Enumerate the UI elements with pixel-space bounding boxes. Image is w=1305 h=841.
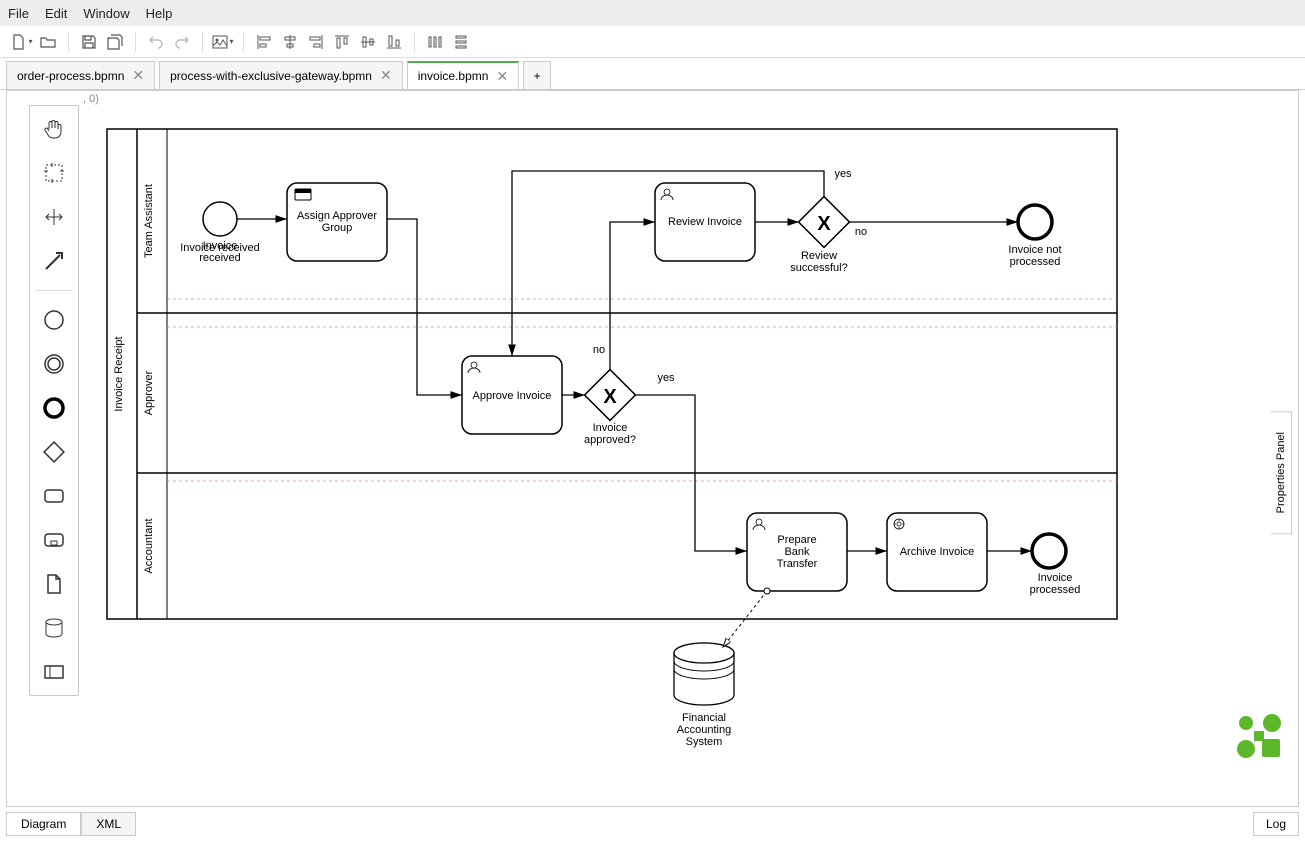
intermediate-event-icon[interactable] (39, 349, 69, 379)
align-left-icon[interactable] (252, 30, 276, 54)
start-event[interactable] (203, 202, 237, 236)
align-top-icon[interactable] (330, 30, 354, 54)
svg-text:Approve Invoice: Approve Invoice (473, 390, 552, 402)
bpmn-diagram[interactable]: Invoice Receipt Team Assistant Approver … (7, 91, 1297, 806)
add-tab-button[interactable]: + (523, 61, 551, 89)
lane-approver-label: Approver (143, 370, 155, 415)
distribute-h-icon[interactable] (423, 30, 447, 54)
data-store-icon[interactable] (39, 613, 69, 643)
align-center-h-icon[interactable] (278, 30, 302, 54)
canvas[interactable]: , 0) I (6, 90, 1299, 807)
lasso-tool-icon[interactable] (39, 158, 69, 188)
data-object-icon[interactable] (39, 569, 69, 599)
toolbar: ▾ ▾ (0, 26, 1305, 58)
tab-order-process[interactable]: order-process.bpmn✕ (6, 61, 155, 89)
menu-help[interactable]: Help (146, 6, 173, 21)
end-event-processed[interactable] (1032, 534, 1066, 568)
svg-text:FinancialAccountingSystem: FinancialAccountingSystem (677, 712, 731, 748)
align-center-v-icon[interactable] (356, 30, 380, 54)
pool-label: Invoice Receipt (113, 336, 125, 411)
save-all-icon[interactable] (103, 30, 127, 54)
log-button[interactable]: Log (1253, 812, 1299, 836)
svg-text:Invoice notprocessed: Invoice notprocessed (1008, 244, 1061, 268)
svg-text:Invoicereceived: Invoicereceived (199, 240, 241, 264)
subprocess-icon[interactable] (39, 525, 69, 555)
connect-tool-icon[interactable] (39, 246, 69, 276)
svg-text:yes: yes (834, 168, 852, 180)
new-file-icon[interactable]: ▾ (10, 30, 34, 54)
open-file-icon[interactable] (36, 30, 60, 54)
data-store[interactable] (674, 643, 734, 705)
gateway-icon[interactable] (39, 437, 69, 467)
svg-text:no: no (855, 226, 867, 238)
editor-tabs: order-process.bpmn✕ process-with-exclusi… (0, 58, 1305, 90)
distribute-v-icon[interactable] (449, 30, 473, 54)
end-event-icon[interactable] (39, 393, 69, 423)
svg-text:no: no (593, 344, 605, 356)
footer-tab-diagram[interactable]: Diagram (6, 812, 81, 836)
close-icon[interactable]: ✕ (132, 67, 144, 84)
space-tool-icon[interactable] (39, 202, 69, 232)
menubar: File Edit Window Help (0, 0, 1305, 26)
align-bottom-icon[interactable] (382, 30, 406, 54)
footer-tab-xml[interactable]: XML (81, 812, 136, 836)
close-icon[interactable]: ✕ (496, 68, 508, 85)
tab-invoice[interactable]: invoice.bpmn✕ (407, 61, 519, 89)
start-event-icon[interactable] (39, 305, 69, 335)
svg-text:X: X (603, 386, 617, 408)
task-icon[interactable] (39, 481, 69, 511)
svg-text:X: X (817, 213, 831, 235)
svg-text:Review Invoice: Review Invoice (668, 216, 742, 228)
svg-text:yes: yes (657, 372, 675, 384)
end-event-not-processed[interactable] (1018, 205, 1052, 239)
tab-exclusive-gateway[interactable]: process-with-exclusive-gateway.bpmn✕ (159, 61, 403, 89)
image-icon[interactable]: ▾ (211, 30, 235, 54)
pool-icon[interactable] (39, 657, 69, 687)
main-area: , 0) I (0, 90, 1305, 807)
properties-panel-toggle[interactable]: Properties Panel (1271, 411, 1292, 534)
redo-icon[interactable] (170, 30, 194, 54)
menu-file[interactable]: File (8, 6, 29, 21)
lane-accountant-label: Accountant (143, 518, 155, 573)
close-icon[interactable]: ✕ (380, 67, 392, 84)
hand-tool-icon[interactable] (39, 114, 69, 144)
undo-icon[interactable] (144, 30, 168, 54)
svg-text:Archive Invoice: Archive Invoice (900, 546, 975, 558)
save-icon[interactable] (77, 30, 101, 54)
lane-team-assistant-label: Team Assistant (143, 184, 155, 258)
menu-window[interactable]: Window (83, 6, 129, 21)
palette (29, 105, 79, 696)
bpmn-io-logo (1234, 711, 1284, 766)
align-right-icon[interactable] (304, 30, 328, 54)
menu-edit[interactable]: Edit (45, 6, 67, 21)
footer: Diagram XML Log (0, 807, 1305, 841)
